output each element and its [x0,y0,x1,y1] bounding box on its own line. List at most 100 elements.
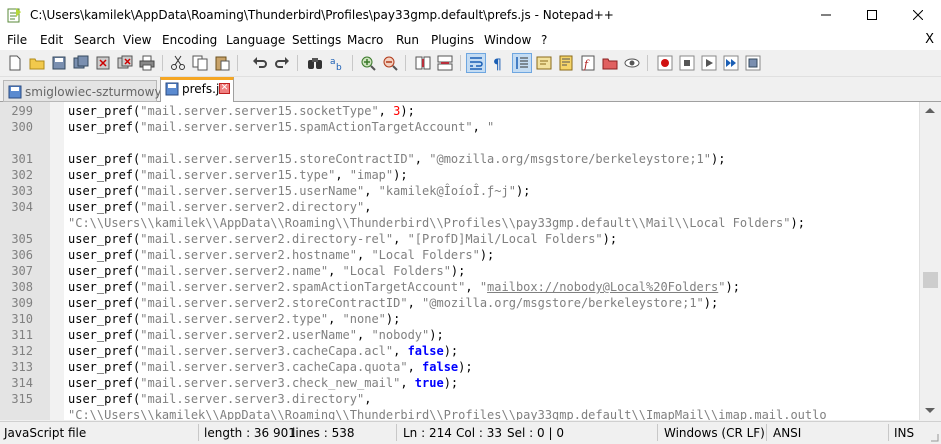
menu-settings[interactable]: Settings [292,33,341,47]
code-line[interactable]: "C:\\Users\\kamilek\\AppData\\Roaming\\T… [0,215,919,231]
show-all-characters-button[interactable]: ¶ [488,53,508,73]
code-token: "C:\\Users\\kamilek\\AppData\\Roaming\\T… [68,216,791,230]
code-line[interactable]: 314 user_pref("mail.server.server3.check_… [0,375,919,391]
indent-guide-button[interactable] [512,53,532,73]
print-button[interactable] [137,53,157,73]
maximize-button[interactable] [849,0,895,30]
code-line[interactable]: 310 user_pref("mail.server.server2.type",… [0,311,919,327]
redo-button[interactable] [272,53,292,73]
resize-grip-icon[interactable] [929,432,939,442]
zoom-out-button[interactable] [380,53,400,73]
save-macro-button[interactable] [743,53,763,73]
menu-file[interactable]: File [7,33,27,47]
code-line[interactable]: 304 user_pref("mail.server.server2.direct… [0,199,919,215]
minimize-button[interactable] [803,0,849,30]
start-recording-button[interactable] [655,53,675,73]
zoom-in-button[interactable] [358,53,378,73]
stop-recording-button[interactable] [677,53,697,73]
replace-button[interactable]: ab [327,53,347,73]
code-token: "mail.server.server3.cacheCapa.acl" [140,344,394,358]
menu-plugins[interactable]: Plugins [431,33,474,47]
code-line[interactable]: 315 user_pref("mail.server.server3.direct… [0,391,919,407]
code-token: ); [479,248,495,262]
folder-workspace-button[interactable] [600,53,620,73]
menu-encoding[interactable]: Encoding [162,33,217,47]
menu-run[interactable]: Run [396,33,419,47]
code-line[interactable]: 301 user_pref("mail.server.server15.store… [0,151,919,167]
menu-macro[interactable]: Macro [347,33,383,47]
menu-search[interactable]: Search [74,33,115,47]
scroll-up-icon[interactable] [925,108,935,113]
code-line[interactable]: 313 user_pref("mail.server.server3.cacheC… [0,359,919,375]
cut-button[interactable] [168,53,188,73]
new-file-button[interactable] [5,53,25,73]
code-line[interactable]: 300 user_pref("mail.server.server15.spamA… [0,119,919,135]
doc-map-button[interactable] [556,53,576,73]
scroll-down-icon[interactable] [925,408,935,413]
language-define-button[interactable] [534,53,554,73]
function-list-button[interactable]: f [578,53,598,73]
code-line[interactable]: 306 user_pref("mail.server.server2.hostna… [0,247,919,263]
close-document-button[interactable]: X [925,32,934,47]
menu-view[interactable]: View [123,33,151,47]
code-line[interactable]: 302 user_pref("mail.server.server15.type"… [0,167,919,183]
save-all-icon [73,55,89,69]
tab-prefs-js[interactable]: prefs.js ✕ [160,77,234,102]
save-button[interactable] [49,53,69,73]
menu-language[interactable]: Language [226,33,285,47]
code-text: user_pref("mail.server.server2.directory… [68,231,617,247]
code-line[interactable]: 312 user_pref("mail.server.server3.cacheC… [0,343,919,359]
word-wrap-button[interactable] [466,53,486,73]
sync-horizontal-button[interactable] [435,53,455,73]
undo-button[interactable] [250,53,270,73]
toolbar-separator [237,55,238,71]
code-text: user_pref("mail.server.server15.type", "… [68,167,408,183]
eye-icon [624,58,640,68]
code-text: user_pref("mail.server.server2.userName"… [68,327,444,343]
code-token: ); [393,168,408,182]
editor[interactable]: 299 user_pref("mail.server.server15.socke… [0,102,919,420]
close-all-button[interactable] [115,53,135,73]
code-line[interactable] [0,135,919,151]
scroll-thumb[interactable] [923,272,938,288]
tab-close-icon[interactable]: ✕ [219,83,230,94]
code-token: user_pref( [68,184,141,198]
monitoring-button[interactable] [622,53,642,73]
close-window-button[interactable] [895,0,941,30]
save-all-button[interactable] [71,53,91,73]
zoom-out-icon [383,56,398,71]
menu-window[interactable]: Window [484,33,531,47]
code-line[interactable]: 299 user_pref("mail.server.server15.socke… [0,103,919,119]
status-eol: Windows (CR LF) [664,426,765,440]
code-line[interactable]: 305 user_pref("mail.server.server2.direct… [0,231,919,247]
paste-button[interactable] [212,53,232,73]
code-token: "Local Folders" [371,248,480,262]
code-line[interactable]: 308 user_pref("mail.server.server2.spamAc… [0,279,919,295]
line-number: 304 [11,200,33,214]
vertical-scrollbar[interactable] [919,102,941,420]
playback-button[interactable] [699,53,719,73]
code-token: "mail.server.server15.type" [140,168,336,182]
code-token: ); [400,104,415,118]
code-line[interactable]: 307 user_pref("mail.server.server2.name",… [0,263,919,279]
close-button[interactable] [93,53,113,73]
code-line[interactable]: 311 user_pref("mail.server.server2.userNa… [0,327,919,343]
menu-help[interactable]: ? [541,33,547,47]
code-token: "@mozilla.org/msgstore/berkeleystore;1" [429,152,712,166]
code-line[interactable]: 309 user_pref("mail.server.server2.storeC… [0,295,919,311]
code-token[interactable]: mailbox://nobody@Local%20Folders [487,280,718,294]
code-text: user_pref("mail.server.server3.directory… [68,391,371,407]
tab-smiglowiec-szturmowy[interactable]: smiglowiec-szturmowy.txt [3,80,180,102]
run-macro-multiple-button[interactable] [721,53,741,73]
code-line[interactable]: "C:\\Users\\kamilek\\AppData\\Roaming\\T… [0,407,919,420]
open-file-button[interactable] [27,53,47,73]
menu-edit[interactable]: Edit [40,33,63,47]
status-separator [396,424,397,441]
status-encoding: ANSI [773,426,802,440]
find-button[interactable] [305,53,325,73]
sync-vertical-button[interactable] [413,53,433,73]
copy-button[interactable] [190,53,210,73]
code-token: "mail.server.server2.directory-rel" [140,232,394,246]
code-line[interactable]: 303 user_pref("mail.server.server15.userN… [0,183,919,199]
code-token: "none" [342,312,386,326]
